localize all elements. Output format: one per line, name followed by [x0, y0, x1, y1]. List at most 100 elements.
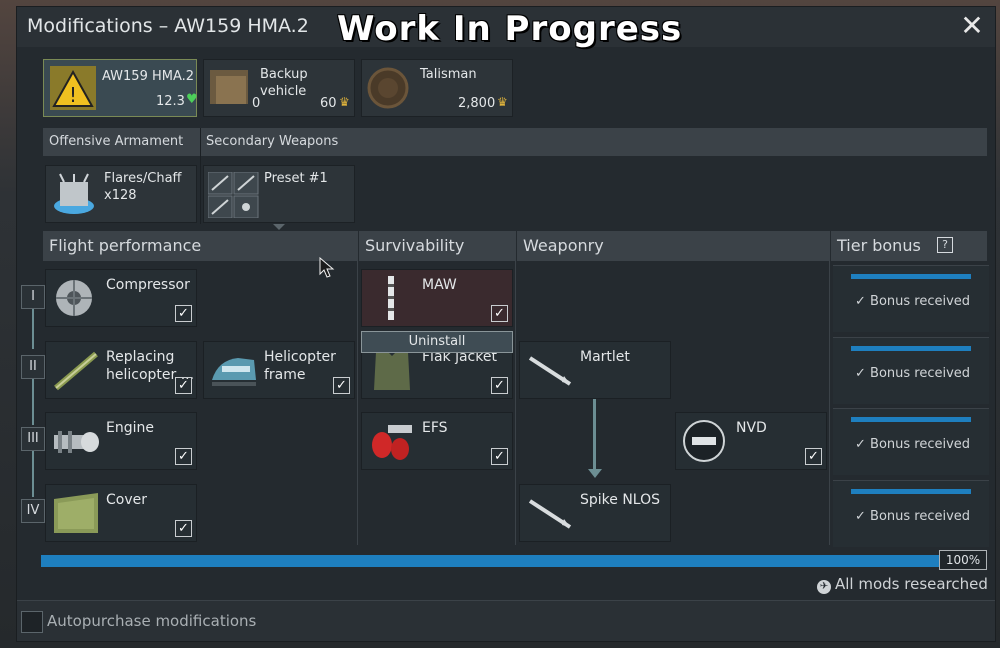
tier-bonus-4: ✓ Bonus received [833, 480, 989, 547]
mod-label: Martlet [580, 349, 630, 365]
researched-check-icon: ✓ [491, 448, 508, 465]
vehicle-card[interactable]: ! AW159 HMA.2 12.3 ♥ [43, 59, 198, 117]
fire-extinguisher-icon [372, 425, 412, 460]
tier-bonus-label: Tier bonus [837, 236, 921, 255]
researched-check-icon: ✓ [175, 520, 192, 537]
researched-check-icon: ✓ [175, 305, 192, 322]
flares-chaff-card[interactable]: Flares/Chaff x128 [45, 165, 197, 223]
work-in-progress-overlay: Work In Progress [337, 9, 683, 49]
vehicle-name: AW159 HMA.2 [102, 69, 195, 84]
backup-vehicle-icon [210, 70, 248, 104]
tier-bonus-3: ✓ Bonus received [833, 408, 989, 475]
column-survivability: Survivability [359, 231, 515, 261]
vehicle-rank: 12.3 [156, 94, 185, 109]
flares-chaff-label: Flares/Chaff x128 [104, 171, 182, 203]
tier-bonus-bar [851, 274, 971, 279]
modifications-window: Modifications – AW159 HMA.2 Work In Prog… [16, 6, 996, 642]
compressor-icon [56, 280, 92, 316]
close-icon[interactable]: ✕ [957, 11, 987, 41]
mod-maw[interactable]: MAW ✓ [361, 269, 513, 327]
mod-label: Cover [106, 492, 147, 508]
check-icon: ✓ [855, 366, 871, 381]
mod-compressor[interactable]: Compressor ✓ [45, 269, 197, 327]
column-flight-performance: Flight performance [43, 231, 357, 261]
mod-martlet[interactable]: Martlet [519, 341, 671, 399]
researched-check-icon: ✓ [805, 448, 822, 465]
research-progress-bar [41, 555, 987, 567]
tier-connector [32, 309, 34, 349]
weaponry-label: Weaponry [523, 236, 604, 255]
mod-efs[interactable]: EFS ✓ [361, 412, 513, 470]
mod-spike-nlos[interactable]: Spike NLOS [519, 484, 671, 542]
autopurchase-checkbox[interactable] [21, 611, 43, 633]
backup-cost: 60 [320, 96, 337, 111]
column-weaponry: Weaponry [517, 231, 829, 261]
construction-warning-icon: ! [50, 66, 96, 110]
research-status: ✈ All mods researched [817, 575, 988, 594]
tier-bonus-text: ✓ Bonus received [855, 366, 971, 381]
check-icon: ✓ [855, 437, 871, 452]
uninstall-button[interactable]: Uninstall [361, 331, 513, 353]
mod-helicopter-frame[interactable]: Helicopter frame ✓ [203, 341, 355, 399]
svg-text:!: ! [69, 83, 77, 107]
golden-eagle-icon: ♛ [497, 95, 508, 109]
helicopter-frame-icon [212, 358, 256, 386]
missile-icon [528, 356, 572, 386]
talisman-cost: 2,800 [458, 96, 496, 111]
weapon-preset-icon [208, 172, 259, 218]
mod-cover[interactable]: Cover ✓ [45, 484, 197, 542]
missile-warning-sensor-icon [388, 276, 394, 320]
talisman-icon [367, 67, 409, 109]
column-divider [515, 231, 516, 545]
flak-jacket-icon [374, 350, 410, 390]
armament-section-bar: Offensive Armament Secondary Weapons [43, 128, 987, 156]
rank-heart-icon: ♥ [186, 92, 198, 107]
tier-bonus-1: ✓ Bonus received [833, 265, 989, 332]
help-icon[interactable]: ? [937, 237, 953, 253]
autopurchase-label: Autopurchase modifications [47, 612, 257, 630]
mod-label: NVD [736, 420, 767, 436]
column-divider [829, 231, 830, 545]
night-vision-icon [683, 420, 725, 462]
tier-bonus-bar [851, 417, 971, 422]
mod-label: Helicopter frame [264, 349, 336, 383]
flight-performance-label: Flight performance [49, 236, 202, 255]
engine-icon [54, 431, 99, 453]
talisman-card[interactable]: Talisman 2,800 ♛ [361, 59, 513, 117]
dependency-arrow [593, 399, 596, 473]
preset-pointer-icon [273, 224, 285, 230]
backup-vehicle-label: Backup vehicle [260, 67, 308, 99]
tier-marker-2: II [21, 355, 45, 379]
research-status-icon: ✈ [817, 580, 831, 594]
mod-label: EFS [422, 420, 448, 436]
tier-marker-1: I [21, 285, 45, 309]
researched-check-icon: ✓ [333, 377, 350, 394]
cover-panel-icon [54, 493, 98, 533]
mod-label: Compressor [106, 277, 190, 293]
check-icon: ✓ [855, 509, 871, 524]
preset-card[interactable]: Preset #1 [203, 165, 355, 223]
tier-bonus-bar [851, 489, 971, 494]
backup-vehicle-card[interactable]: Backup vehicle 0 60 ♛ [203, 59, 355, 117]
researched-check-icon: ✓ [175, 377, 192, 394]
mod-label: MAW [422, 277, 457, 293]
rotor-blade-icon [54, 351, 98, 391]
researched-check-icon: ✓ [491, 305, 508, 322]
survivability-label: Survivability [365, 236, 465, 255]
preset-label: Preset #1 [264, 171, 328, 186]
tier-marker-3: III [21, 427, 45, 451]
mod-engine[interactable]: Engine ✓ [45, 412, 197, 470]
tier-bonus-bar [851, 346, 971, 351]
column-divider [357, 231, 358, 545]
tier-bonus-text: ✓ Bonus received [855, 437, 971, 452]
armament-divider [200, 128, 201, 224]
tier-bonus-text: ✓ Bonus received [855, 294, 971, 309]
title-bar: Modifications – AW159 HMA.2 Work In Prog… [17, 7, 995, 49]
mod-replacing-helicopter[interactable]: Replacing helicopter ... ✓ [45, 341, 197, 399]
window-title: Modifications – AW159 HMA.2 [27, 15, 309, 37]
mod-label: Engine [106, 420, 154, 436]
mod-nvd[interactable]: NVD ✓ [675, 412, 827, 470]
footer-bar: Autopurchase modifications [17, 600, 995, 641]
tier-connector [32, 451, 34, 497]
tier-bonus-2: ✓ Bonus received [833, 337, 989, 404]
